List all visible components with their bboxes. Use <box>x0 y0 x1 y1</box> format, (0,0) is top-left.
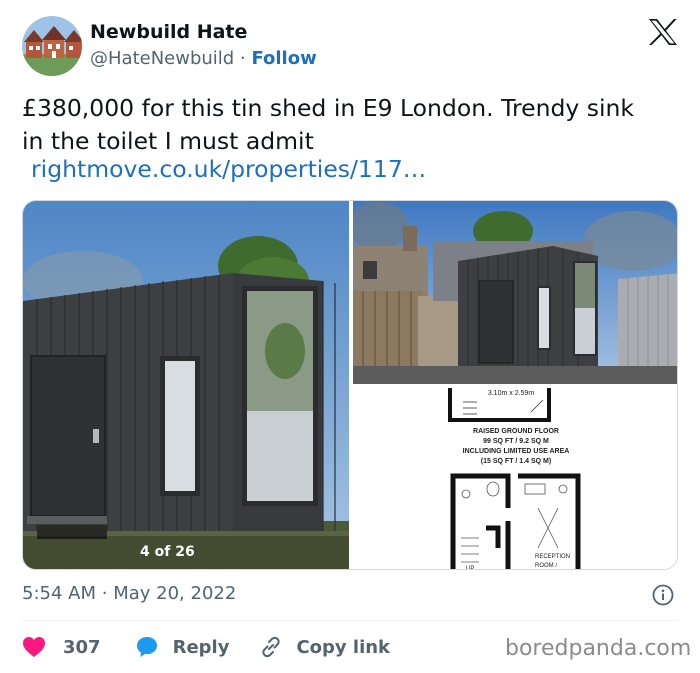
tweet-time: 5:54 AM <box>22 583 96 604</box>
reply-bubble-icon <box>136 637 157 657</box>
tweet-date: May 20, 2022 <box>113 583 237 604</box>
copy-link-label: Copy link <box>296 636 391 658</box>
media-grid: 3.10m x 2.59m RAISED GROUND FLOOR 99 SQ … <box>22 200 678 570</box>
copy-link-button[interactable]: Copy link <box>259 635 390 659</box>
media-counter: 4 of 26 <box>140 544 195 560</box>
like-button[interactable]: 307 <box>22 636 101 658</box>
floorplan-title-4: (15 SQ FT / 1.4 SQ M) <box>481 458 551 465</box>
media-floorplan[interactable]: 3.10m x 2.59m RAISED GROUND FLOOR 99 SQ … <box>353 388 677 570</box>
info-icon[interactable] <box>652 584 674 606</box>
floorplan-title-2: 99 SQ FT / 9.2 SQ M <box>483 438 549 445</box>
author-handle[interactable]: @HateNewbuild <box>90 48 234 69</box>
link-icon <box>262 636 281 658</box>
like-count: 307 <box>63 636 101 658</box>
floorplan-up-label: UP <box>466 566 474 570</box>
floorplan-reception-label: RECEPTION <box>535 554 570 560</box>
follow-button[interactable]: Follow <box>251 48 316 69</box>
media-photo-street[interactable] <box>348 201 677 384</box>
floorplan-room-label: ROOM / <box>535 563 557 569</box>
watermark: boredpanda.com <box>505 636 692 661</box>
tweet-timestamp[interactable]: 5:54 AM · May 20, 2022 <box>22 583 236 604</box>
floorplan-title-3: INCLUDING LIMITED USE AREA <box>463 448 570 455</box>
author-handle-row: @HateNewbuild · Follow <box>90 48 317 69</box>
heart-icon <box>23 637 45 657</box>
floorplan-dimensions: 3.10m x 2.59m <box>488 390 534 397</box>
tweet-text: £380,000 for this tin shed in E9 London.… <box>22 94 635 155</box>
tweet-link[interactable]: rightmove.co.uk/properties/117… <box>31 155 426 183</box>
floorplan-title-1: RAISED GROUND FLOOR <box>473 428 559 435</box>
action-divider <box>22 620 678 621</box>
author-avatar[interactable] <box>22 16 82 76</box>
media-photo-front[interactable] <box>23 201 349 569</box>
author-name[interactable]: Newbuild Hate <box>90 21 247 43</box>
timestamp-separator: · <box>101 583 108 604</box>
reply-label: Reply <box>172 636 230 658</box>
reply-button[interactable]: Reply <box>135 635 230 659</box>
action-bar: 307 Reply Copy link <box>22 633 390 661</box>
x-logo-icon[interactable] <box>648 18 678 46</box>
house-row-avatar <box>22 16 82 76</box>
handle-separator: · <box>239 48 246 69</box>
